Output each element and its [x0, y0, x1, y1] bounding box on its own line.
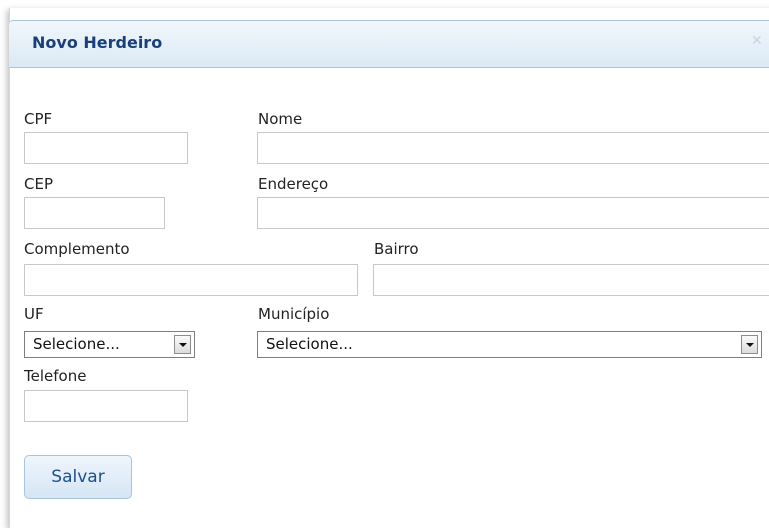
cep-label: CEP: [24, 175, 53, 193]
nome-input[interactable]: [257, 132, 769, 164]
chevron-down-icon[interactable]: [174, 335, 191, 354]
cpf-label: CPF: [24, 110, 53, 128]
close-icon[interactable]: ✕: [751, 33, 763, 49]
dialog-title: Novo Herdeiro: [32, 33, 163, 52]
municipio-select-value: Selecione...: [266, 335, 353, 353]
uf-select[interactable]: Selecione...: [24, 331, 195, 358]
endereco-label: Endereço: [258, 175, 329, 193]
cep-input[interactable]: [24, 197, 165, 229]
uf-label: UF: [24, 305, 44, 323]
municipio-select[interactable]: Selecione...: [257, 331, 762, 358]
complemento-input[interactable]: [24, 264, 358, 296]
cpf-input[interactable]: [24, 132, 188, 164]
uf-select-value: Selecione...: [33, 335, 120, 353]
nome-label: Nome: [258, 110, 303, 128]
chevron-down-icon[interactable]: [741, 335, 758, 354]
bairro-label: Bairro: [374, 240, 419, 258]
complemento-label: Complemento: [24, 240, 130, 258]
endereco-input[interactable]: [257, 197, 769, 229]
bairro-input[interactable]: [373, 264, 769, 296]
telefone-label: Telefone: [24, 367, 87, 385]
municipio-label: Município: [258, 305, 330, 323]
telefone-input[interactable]: [24, 390, 188, 422]
save-button[interactable]: Salvar: [24, 455, 132, 499]
dialog-titlebar: Novo Herdeiro ✕: [9, 20, 769, 68]
